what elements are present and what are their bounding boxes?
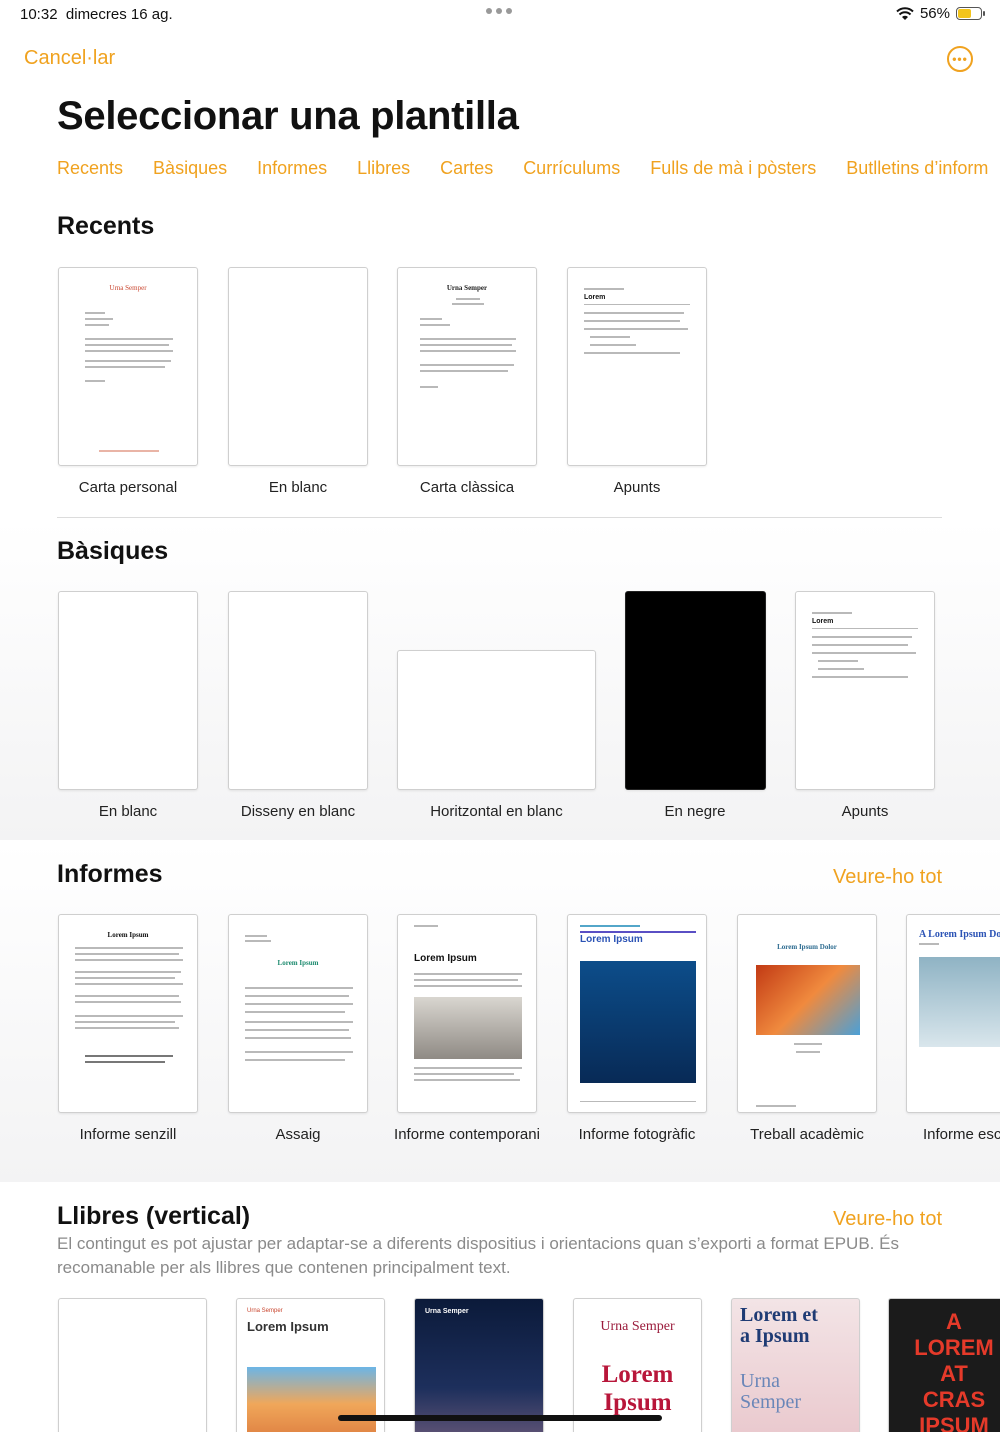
sea-turtle-image xyxy=(580,961,696,1083)
template-disseny-en-blanc[interactable] xyxy=(228,591,368,790)
thumb-title: Lorem Ipsum xyxy=(414,953,477,964)
thumb-title: Lorem Ipsum Dolor xyxy=(777,943,837,951)
thumb-title: Urna Semper xyxy=(425,1308,469,1315)
battery-icon xyxy=(956,7,985,20)
see-all-llibres-button[interactable]: Veure-ho tot xyxy=(833,1208,942,1231)
template-informe-fotografic[interactable]: Lorem Ipsum xyxy=(567,914,707,1113)
template-llibre-blanc[interactable] xyxy=(58,1298,207,1432)
category-tab-cartes[interactable]: Cartes xyxy=(440,158,493,179)
template-label: Informe contemporani xyxy=(394,1126,540,1143)
template-label: Disseny en blanc xyxy=(240,803,356,820)
template-en-blanc-recent[interactable] xyxy=(228,267,368,466)
template-informe-contemporani[interactable]: Lorem Ipsum xyxy=(397,914,537,1113)
template-assaig[interactable]: Lorem Ipsum xyxy=(228,914,368,1113)
template-label: Informe fotogràfic xyxy=(578,1126,696,1143)
desert-image xyxy=(247,1367,376,1432)
category-tab-curriculums[interactable]: Currículums xyxy=(523,158,620,179)
status-time: 10:32 dimecres 16 ag. xyxy=(20,6,173,23)
thumb-title: Lorem Ipsum xyxy=(107,931,149,939)
template-llibre-nit[interactable]: Urna Semper xyxy=(414,1298,544,1432)
section-description: El contingut es pot ajustar per adaptar-… xyxy=(57,1234,899,1277)
category-tab-butlletins[interactable]: Butlletins d’inform xyxy=(846,158,988,179)
template-carta-personal[interactable]: Urna Semper xyxy=(58,267,198,466)
template-carta-classica[interactable]: Urna Semper xyxy=(397,267,537,466)
thumb-subtitle: Urna Semper xyxy=(740,1370,802,1413)
canyon-image xyxy=(756,965,860,1035)
template-en-negre[interactable] xyxy=(625,591,766,790)
see-all-informes-button[interactable]: Veure-ho tot xyxy=(833,866,942,889)
template-informe-escolar[interactable]: A Lorem Ipsum Do xyxy=(906,914,1000,1113)
section-title-llibres: Llibres (vertical) xyxy=(57,1202,251,1230)
thumb-subtitle: Urna Semper xyxy=(600,1319,675,1334)
category-tab-recents[interactable]: Recents xyxy=(57,158,123,179)
template-informe-senzill[interactable]: Lorem Ipsum xyxy=(58,914,198,1113)
thumb-title: Lorem xyxy=(584,294,606,301)
thumb-title: Urna Semper xyxy=(109,284,147,292)
thumb-title: Lorem Ipsum xyxy=(580,934,643,945)
thumb-title: Lorem Ipsum xyxy=(247,1319,329,1334)
status-right: 56% xyxy=(896,5,985,22)
template-llibre-flors[interactable]: Urna Semper Lorem Ipsum xyxy=(573,1298,702,1432)
template-label: En blanc xyxy=(268,479,328,496)
template-llibre-vidre[interactable]: A LOREM AT CRAS IPSUM xyxy=(888,1298,1000,1432)
cancel-button[interactable]: Cancel·lar xyxy=(24,47,115,70)
template-en-blanc[interactable] xyxy=(58,591,198,790)
template-label: Carta personal xyxy=(78,479,178,496)
section-title-recents: Recents xyxy=(57,212,155,240)
template-llibre-muntanya[interactable]: Lorem et a Ipsum Urna Semper xyxy=(731,1298,860,1432)
thumb-title: Urna Semper xyxy=(446,284,488,292)
thumb-title: Lorem Ipsum xyxy=(277,959,319,967)
template-horitzontal-en-blanc[interactable] xyxy=(397,650,596,790)
page-title: Seleccionar una plantilla xyxy=(57,94,519,138)
template-label: Apunts xyxy=(613,479,661,496)
wifi-icon xyxy=(896,6,914,20)
template-apunts[interactable]: Lorem xyxy=(795,591,935,790)
battery-percent: 56% xyxy=(919,5,950,22)
category-tab-llibres[interactable]: Llibres xyxy=(357,158,410,179)
template-label: Apunts xyxy=(841,803,889,820)
template-treball-academic[interactable]: Lorem Ipsum Dolor xyxy=(737,914,877,1113)
template-label: Horitzontal en blanc xyxy=(430,803,563,820)
thumb-title: Lorem Ipsum xyxy=(601,1361,674,1416)
template-label: Assaig xyxy=(275,1126,321,1143)
iceberg-image xyxy=(919,957,1000,1047)
thumb-title: Lorem et a Ipsum xyxy=(740,1304,818,1347)
thumb-title: Lorem xyxy=(812,618,834,625)
section-title-informes: Informes xyxy=(57,860,163,888)
category-tab-fulls[interactable]: Fulls de mà i pòsters xyxy=(650,158,816,179)
template-label: Informe senzill xyxy=(79,1126,177,1143)
template-label: Treball acadèmic xyxy=(750,1126,864,1143)
thumb-title: A LOREM AT CRAS IPSUM xyxy=(914,1309,994,1432)
template-apunts-recent[interactable]: Lorem xyxy=(567,267,707,466)
category-tab-informes[interactable]: Informes xyxy=(257,158,327,179)
template-label: En negre xyxy=(664,803,726,820)
thumb-subtitle: Urna Semper xyxy=(247,1308,283,1314)
template-llibre-desert[interactable]: Urna Semper Lorem Ipsum xyxy=(236,1298,385,1432)
section-divider xyxy=(57,517,942,518)
template-label: En blanc xyxy=(98,803,158,820)
home-indicator[interactable] xyxy=(338,1415,662,1421)
multitasking-dots-icon[interactable] xyxy=(486,8,512,14)
status-bar: 10:32 dimecres 16 ag. 56% xyxy=(0,0,1000,30)
category-tab-basiques[interactable]: Bàsiques xyxy=(153,158,227,179)
living-room-image xyxy=(414,997,522,1059)
template-label: Carta clàssica xyxy=(419,479,515,496)
category-tabs: Recents Bàsiques Informes Llibres Cartes… xyxy=(57,158,988,179)
template-label: Informe esc xyxy=(923,1126,1000,1143)
section-title-basiques: Bàsiques xyxy=(57,537,169,565)
thumb-title: A Lorem Ipsum Do xyxy=(919,929,1000,940)
more-options-icon[interactable]: ••• xyxy=(947,46,973,72)
